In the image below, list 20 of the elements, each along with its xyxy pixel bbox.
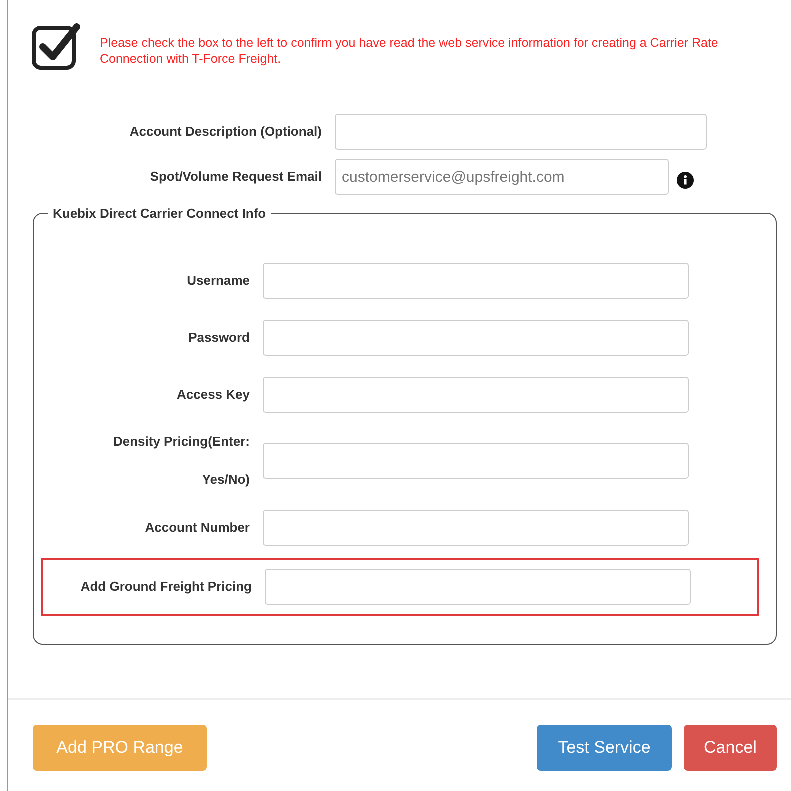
text-field[interactable] bbox=[263, 262, 689, 298]
confirmation-message: Please check the box to the left to confirm you have read the web service information for creating a Carrier Rate Connection with T-Force Freight. bbox=[100, 35, 720, 68]
action-button[interactable]: Cancel bbox=[684, 725, 777, 771]
text-field[interactable] bbox=[263, 320, 689, 356]
field-label: Add Ground Freight Pricing bbox=[80, 578, 252, 596]
field-label: Password bbox=[188, 328, 250, 346]
field-label: Account Description (Optional) bbox=[128, 123, 322, 142]
text-field[interactable] bbox=[265, 569, 691, 605]
text-field[interactable] bbox=[263, 510, 689, 546]
text-field[interactable]: customerservice@upsfreight.com bbox=[335, 159, 669, 195]
field-label: Access Key bbox=[176, 386, 250, 404]
text-field[interactable] bbox=[263, 443, 689, 479]
field-label: Spot/Volume Request Email bbox=[149, 168, 322, 186]
text-field[interactable] bbox=[335, 114, 707, 150]
action-button[interactable]: Test Service bbox=[537, 725, 672, 771]
field-label: Density Pricing(Enter: Yes/No) bbox=[112, 433, 250, 489]
text-field[interactable] bbox=[263, 376, 689, 412]
field-label: Username bbox=[186, 272, 250, 290]
field-label: Account Number bbox=[144, 518, 250, 536]
info-icon[interactable] bbox=[677, 172, 694, 188]
